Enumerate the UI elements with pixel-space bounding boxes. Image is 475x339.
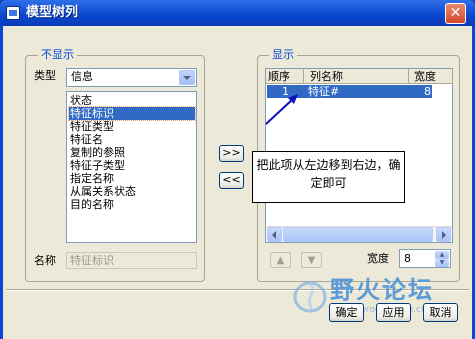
- type-label: 类型: [34, 69, 56, 82]
- apply-button[interactable]: 应用: [376, 303, 411, 322]
- remove-column-button[interactable]: <<: [219, 172, 244, 189]
- close-button[interactable]: ✕: [445, 3, 466, 24]
- flame-logo-icon: [293, 281, 327, 313]
- list-item[interactable]: 特征子类型: [69, 159, 195, 172]
- table-cell-name: 特征#: [308, 85, 340, 98]
- spin-down-icon[interactable]: ▼: [435, 259, 449, 267]
- window-title: 模型树列: [26, 5, 79, 20]
- window-icon: [6, 6, 20, 20]
- scrollbar-thumb[interactable]: [283, 227, 433, 242]
- shown-group-title: 显示: [269, 48, 297, 61]
- annotation-arrow: [265, 94, 298, 125]
- hidden-group-title: 不显示: [38, 48, 77, 61]
- name-field: 特征标识: [66, 252, 197, 269]
- column-header-name[interactable]: 列名称: [304, 69, 409, 84]
- table-cell-width: 8: [424, 85, 431, 98]
- list-item[interactable]: 从属关系状态: [69, 185, 195, 198]
- list-item[interactable]: 特征类型: [69, 120, 195, 133]
- type-dropdown[interactable]: 信息: [66, 68, 197, 87]
- add-column-button[interactable]: >>: [219, 145, 244, 162]
- list-item[interactable]: 复制的参照: [69, 146, 195, 159]
- annotation-callout: 把此项从左边移到右边，确定即可: [252, 151, 405, 203]
- spin-up-icon[interactable]: ▲: [435, 251, 449, 259]
- column-header-order[interactable]: 顺序: [266, 69, 304, 84]
- scroll-right-icon[interactable]: [436, 227, 451, 242]
- chevron-down-icon[interactable]: [179, 70, 195, 85]
- list-item[interactable]: 目的名称: [69, 198, 195, 211]
- type-dropdown-value: 信息: [71, 70, 93, 83]
- scroll-left-icon[interactable]: [267, 227, 282, 242]
- width-spinner[interactable]: 8 ▲ ▼: [399, 249, 451, 268]
- list-item[interactable]: 状态: [69, 94, 195, 107]
- watermark-title: 野火论坛: [330, 276, 434, 304]
- ok-button[interactable]: 确定: [329, 303, 364, 322]
- width-spinner-value: 8: [404, 252, 411, 265]
- list-item[interactable]: 特征名: [69, 133, 195, 146]
- name-label: 名称: [34, 254, 56, 267]
- move-down-icon: ▼: [301, 252, 322, 268]
- move-up-icon: ▲: [270, 252, 291, 268]
- cancel-button[interactable]: 取消: [423, 303, 458, 322]
- width-label: 宽度: [367, 252, 389, 265]
- column-header-width[interactable]: 宽度: [409, 69, 453, 84]
- list-item[interactable]: 指定名称: [69, 172, 195, 185]
- hidden-columns-list[interactable]: 状态 特征标识 特征类型 特征名 复制的参照 特征子类型 指定名称 从属关系状态…: [66, 91, 197, 243]
- list-item-selected[interactable]: 特征标识: [68, 106, 196, 121]
- horizontal-scrollbar[interactable]: [267, 226, 452, 242]
